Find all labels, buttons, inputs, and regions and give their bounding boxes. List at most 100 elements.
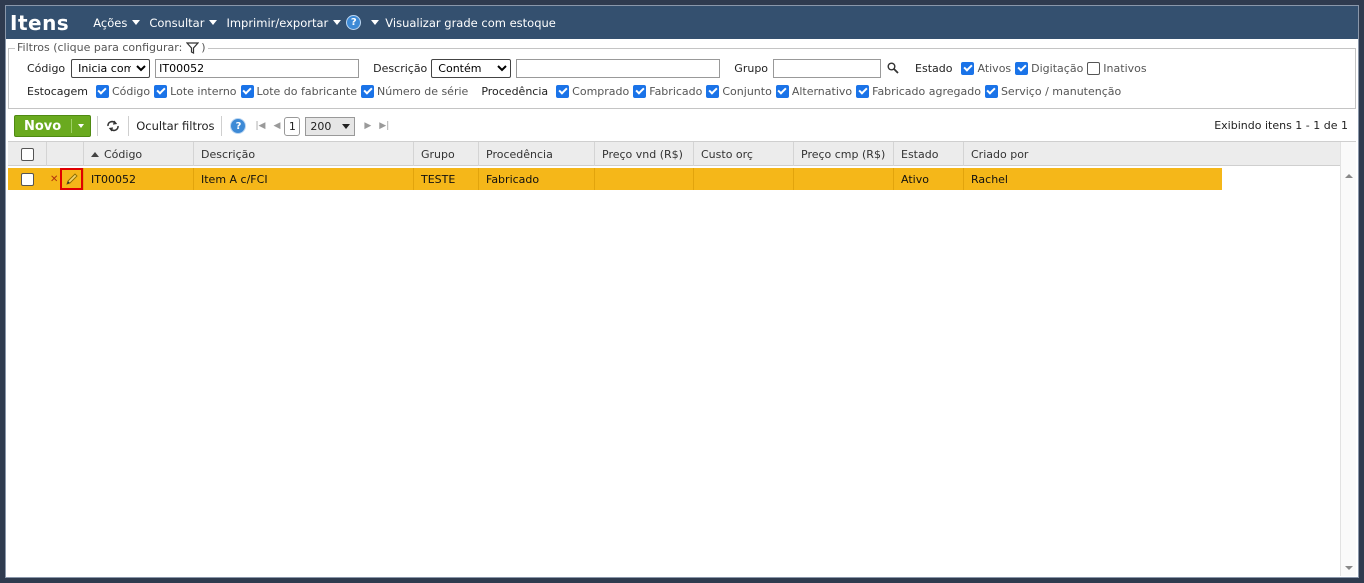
procedencia-fabricado[interactable]: Fabricado bbox=[633, 84, 703, 98]
checkbox-checked[interactable] bbox=[154, 84, 168, 98]
checkbox-checked[interactable] bbox=[633, 84, 647, 98]
search-icon[interactable] bbox=[887, 62, 899, 74]
column-header-codigo[interactable]: Código bbox=[84, 142, 194, 166]
procedencia-conjunto[interactable]: Conjunto bbox=[706, 84, 772, 98]
column-header-label: Custo orç bbox=[701, 147, 753, 161]
estado-inativos[interactable]: Inativos bbox=[1087, 61, 1147, 75]
toolbar-divider bbox=[97, 116, 99, 136]
checkbox-checked[interactable] bbox=[856, 84, 870, 98]
procedencia-label: Procedência bbox=[481, 84, 549, 98]
codigo-input[interactable] bbox=[155, 58, 360, 78]
checkbox-checked[interactable] bbox=[240, 84, 254, 98]
vertical-scrollbar[interactable] bbox=[1340, 142, 1356, 576]
estocagem-lote-fabricante[interactable]: Lote do fabricante bbox=[240, 84, 358, 98]
procedencia-alternativo[interactable]: Alternativo bbox=[775, 84, 852, 98]
column-header-label: Preço vnd (R$) bbox=[602, 147, 683, 161]
descricao-input[interactable] bbox=[516, 58, 721, 78]
help-menu[interactable]: ? bbox=[346, 15, 380, 30]
chevron-down-icon bbox=[209, 20, 218, 25]
column-header-grupo[interactable]: Grupo bbox=[414, 142, 479, 166]
estocagem-lote-fabricante-label: Lote do fabricante bbox=[256, 84, 358, 98]
column-header-preco-vnd[interactable]: Preço vnd (R$) bbox=[595, 142, 694, 166]
filters-panel: Filtros (clique para configurar: ) Códig… bbox=[8, 41, 1356, 109]
column-header-label: Grupo bbox=[421, 147, 455, 161]
checkbox-checked[interactable] bbox=[95, 84, 109, 98]
procedencia-comprado[interactable]: Comprado bbox=[556, 84, 629, 98]
cell-procedencia: Fabricado bbox=[479, 168, 595, 190]
checkbox-checked[interactable] bbox=[361, 84, 375, 98]
codigo-mode-select[interactable]: Inicia com bbox=[71, 58, 151, 78]
chevron-down-icon[interactable] bbox=[78, 124, 85, 128]
grupo-label: Grupo bbox=[734, 61, 769, 75]
procedencia-servico[interactable]: Serviço / manutenção bbox=[984, 84, 1121, 98]
descricao-mode-select[interactable]: Contém bbox=[431, 58, 512, 78]
select-all-checkbox[interactable] bbox=[20, 147, 34, 161]
select-all-cell bbox=[8, 142, 47, 166]
grid-toolbar: Novo Ocultar filtros ? |◀ ◀ 1 200 ▶ ▶| E… bbox=[8, 113, 1356, 139]
delete-icon[interactable]: ✕ bbox=[50, 174, 58, 185]
ocultar-filtros-button[interactable]: Ocultar filtros bbox=[133, 119, 217, 133]
scroll-down-icon[interactable] bbox=[1345, 566, 1353, 570]
edit-pencil-icon[interactable] bbox=[65, 172, 79, 186]
column-header-preco-cmp[interactable]: Preço cmp (R$) bbox=[794, 142, 894, 166]
estocagem-lote-interno-label: Lote interno bbox=[170, 84, 237, 98]
menu-consultar-label: Consultar bbox=[149, 15, 205, 30]
row-select-cell bbox=[8, 168, 47, 190]
estado-digitacao-label: Digitação bbox=[1031, 61, 1084, 75]
grupo-input[interactable] bbox=[773, 58, 882, 78]
chevron-down-icon bbox=[132, 20, 141, 25]
filter-icon bbox=[186, 41, 200, 54]
checkbox-checked[interactable] bbox=[984, 84, 998, 98]
column-header-procedencia[interactable]: Procedência bbox=[479, 142, 595, 166]
estocagem-numero-serie[interactable]: Número de série bbox=[361, 84, 469, 98]
checkbox-checked[interactable] bbox=[1015, 61, 1029, 75]
app-window: Itens Ações Consultar Imprimir/exportar … bbox=[5, 5, 1359, 578]
page-title: Itens bbox=[10, 10, 70, 35]
estado-ativos[interactable]: Ativos bbox=[961, 61, 1011, 75]
checkbox-checked[interactable] bbox=[775, 84, 789, 98]
estocagem-numero-serie-label: Número de série bbox=[377, 84, 469, 98]
next-page-icon[interactable]: ▶ bbox=[364, 121, 371, 131]
title-bar: Itens Ações Consultar Imprimir/exportar … bbox=[6, 6, 1358, 39]
toolbar-divider bbox=[128, 116, 130, 136]
column-header-criado-por[interactable]: Criado por bbox=[964, 142, 1342, 166]
checkbox-checked[interactable] bbox=[706, 84, 720, 98]
items-grid: Código Descrição Grupo Procedência Preço… bbox=[8, 141, 1356, 576]
refresh-icon[interactable] bbox=[105, 119, 121, 133]
estado-label: Estado bbox=[915, 61, 953, 75]
checkbox-checked[interactable] bbox=[961, 61, 975, 75]
menu-imprimir-exportar[interactable]: Imprimir/exportar bbox=[226, 16, 342, 30]
column-header-descricao[interactable]: Descrição bbox=[194, 142, 414, 166]
procedencia-fabricado-label: Fabricado bbox=[649, 84, 703, 98]
filters-legend[interactable]: Filtros (clique para configurar: ) bbox=[15, 41, 208, 54]
table-row[interactable]: ✕ IT00052 Item A c/FCI TESTE Fabricado A… bbox=[8, 168, 1222, 190]
filters-legend-text: Filtros (clique para configurar: bbox=[17, 41, 183, 54]
procedencia-conjunto-label: Conjunto bbox=[722, 84, 772, 98]
estocagem-codigo[interactable]: Código bbox=[95, 84, 151, 98]
help-icon[interactable]: ? bbox=[230, 118, 247, 134]
page-size-select[interactable]: 200 bbox=[305, 116, 356, 136]
menu-acoes[interactable]: Ações bbox=[93, 16, 141, 30]
estocagem-codigo-label: Código bbox=[111, 84, 151, 98]
checkbox-checked[interactable] bbox=[556, 84, 570, 98]
cell-custo-orc bbox=[694, 168, 794, 190]
menu-consultar[interactable]: Consultar bbox=[149, 15, 218, 30]
estado-digitacao[interactable]: Digitação bbox=[1015, 61, 1084, 75]
novo-button[interactable]: Novo bbox=[14, 115, 92, 137]
prev-page-icon[interactable]: ◀ bbox=[273, 121, 280, 131]
checkbox-unchecked[interactable] bbox=[1087, 61, 1101, 75]
column-header-estado[interactable]: Estado bbox=[894, 142, 964, 166]
column-header-custo-orc[interactable]: Custo orç bbox=[694, 142, 794, 166]
procedencia-fabricado-agregado[interactable]: Fabricado agregado bbox=[856, 84, 981, 98]
visualizar-grade-link[interactable]: Visualizar grade com estoque bbox=[385, 16, 556, 30]
filters-row-1: Código Inicia com Descrição Contém Grupo… bbox=[27, 58, 1151, 78]
first-page-icon[interactable]: |◀ bbox=[255, 121, 265, 131]
last-page-icon[interactable]: ▶| bbox=[379, 121, 389, 131]
row-checkbox[interactable] bbox=[21, 172, 34, 186]
page-number-input[interactable]: 1 bbox=[284, 116, 301, 136]
results-count: Exibindo itens 1 - 1 de 1 bbox=[1214, 119, 1348, 132]
toolbar-divider bbox=[221, 116, 223, 136]
chevron-down-icon bbox=[342, 123, 351, 129]
scroll-up-icon[interactable] bbox=[1345, 174, 1353, 178]
estocagem-lote-interno[interactable]: Lote interno bbox=[154, 84, 237, 98]
